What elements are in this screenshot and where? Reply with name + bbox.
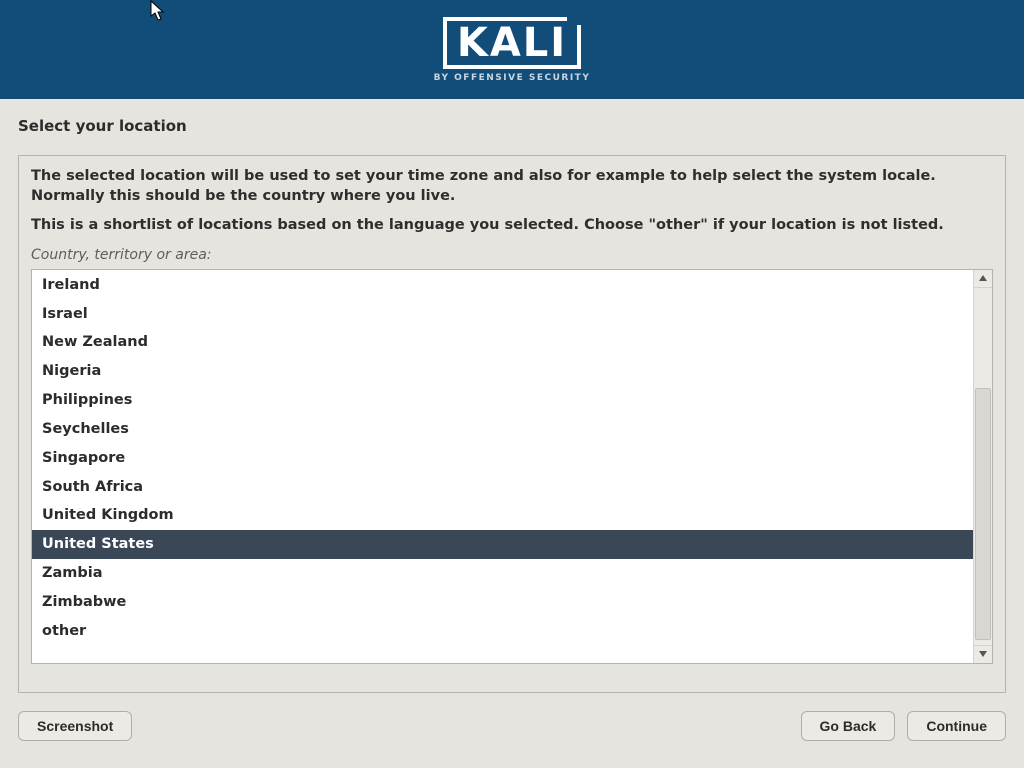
footer-right-group: Go Back Continue bbox=[801, 711, 1006, 741]
screenshot-button[interactable]: Screenshot bbox=[18, 711, 132, 741]
list-item[interactable]: Singapore bbox=[32, 444, 973, 473]
country-list[interactable]: IrelandIsraelNew ZealandNigeriaPhilippin… bbox=[32, 270, 973, 663]
continue-button[interactable]: Continue bbox=[907, 711, 1006, 741]
list-item[interactable]: Philippines bbox=[32, 386, 973, 415]
list-item[interactable]: Nigeria bbox=[32, 357, 973, 386]
page-body: Select your location The selected locati… bbox=[0, 99, 1024, 755]
list-item[interactable]: Israel bbox=[32, 300, 973, 329]
list-item[interactable]: Zambia bbox=[32, 559, 973, 588]
kali-logo-tagline: BY OFFENSIVE SECURITY bbox=[434, 73, 591, 83]
kali-logo-frame: KALI bbox=[443, 17, 581, 69]
list-item[interactable]: United States bbox=[32, 530, 973, 559]
explain-text-2: This is a shortlist of locations based o… bbox=[31, 216, 993, 236]
scroll-up-button[interactable] bbox=[974, 270, 992, 288]
list-item[interactable]: Zimbabwe bbox=[32, 588, 973, 617]
go-back-button[interactable]: Go Back bbox=[801, 711, 896, 741]
list-item[interactable]: other bbox=[32, 617, 973, 646]
country-listbox[interactable]: IrelandIsraelNew ZealandNigeriaPhilippin… bbox=[31, 269, 993, 664]
header-banner: KALI BY OFFENSIVE SECURITY bbox=[0, 0, 1024, 99]
list-item[interactable]: South Africa bbox=[32, 473, 973, 502]
chevron-down-icon bbox=[979, 651, 987, 657]
scroll-down-button[interactable] bbox=[974, 645, 992, 663]
scroll-thumb[interactable] bbox=[975, 388, 991, 640]
page-title: Select your location bbox=[18, 117, 1006, 135]
scrollbar[interactable] bbox=[973, 270, 992, 663]
list-item[interactable]: Seychelles bbox=[32, 415, 973, 444]
kali-logo-text: KALI bbox=[457, 23, 567, 63]
chevron-up-icon bbox=[979, 275, 987, 281]
list-item[interactable]: New Zealand bbox=[32, 328, 973, 357]
list-item[interactable]: Ireland bbox=[32, 271, 973, 300]
explain-text-1: The selected location will be used to se… bbox=[31, 167, 993, 206]
scroll-track[interactable] bbox=[974, 288, 992, 645]
list-item[interactable]: United Kingdom bbox=[32, 501, 973, 530]
footer: Screenshot Go Back Continue bbox=[18, 711, 1006, 741]
content-panel: The selected location will be used to se… bbox=[18, 155, 1006, 693]
field-label: Country, territory or area: bbox=[31, 247, 993, 263]
kali-logo: KALI BY OFFENSIVE SECURITY bbox=[434, 17, 591, 83]
